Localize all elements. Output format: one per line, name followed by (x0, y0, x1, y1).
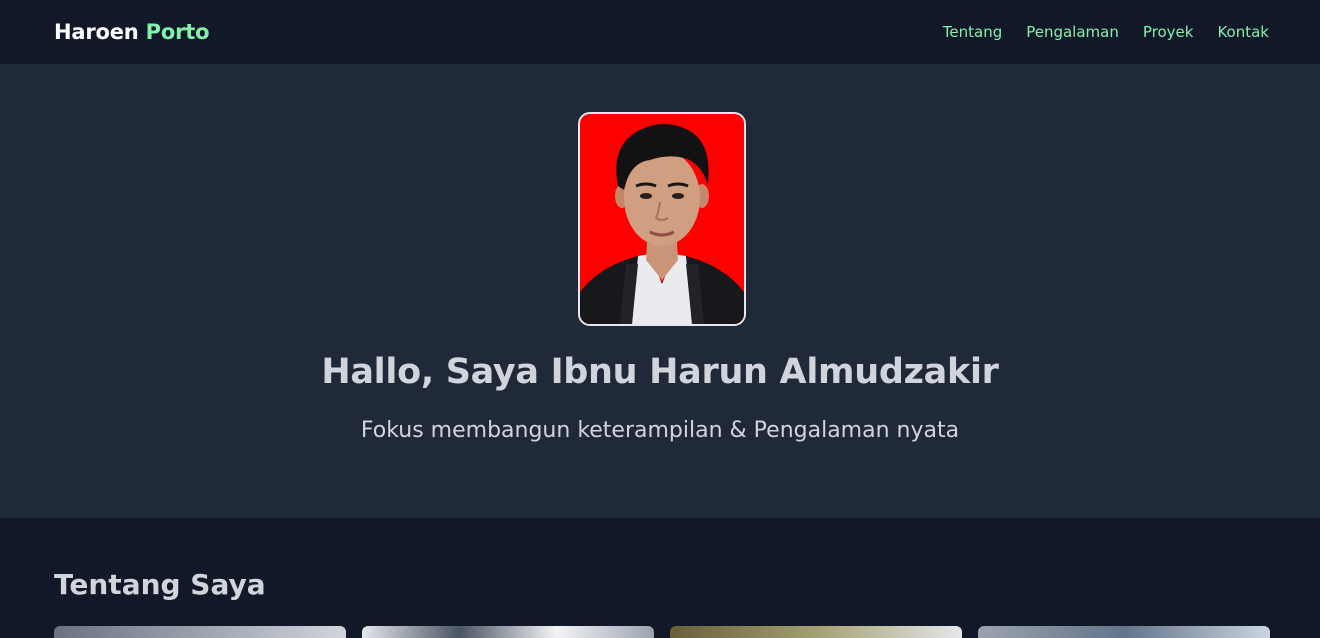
nav-link-kontak[interactable]: Kontak (1217, 23, 1269, 41)
profile-photo (578, 112, 746, 326)
brand-logo[interactable]: Haroen Porto (54, 20, 210, 44)
about-card-image (54, 626, 346, 638)
about-card-image (978, 626, 1270, 638)
nav-link-proyek[interactable]: Proyek (1143, 23, 1194, 41)
brand-primary: Haroen (54, 20, 139, 44)
about-section: Tentang Saya (0, 518, 1320, 638)
nav-link-tentang[interactable]: Tentang (943, 23, 1002, 41)
about-section-title: Tentang Saya (54, 568, 266, 601)
profile-photo-image (580, 114, 744, 324)
navbar: Haroen Porto Tentang Pengalaman Proyek K… (0, 0, 1320, 64)
nav-link-pengalaman[interactable]: Pengalaman (1026, 23, 1119, 41)
nav-links: Tentang Pengalaman Proyek Kontak (943, 23, 1269, 41)
about-card-image (362, 626, 654, 638)
about-cards (54, 626, 1270, 638)
hero-section: Hallo, Saya Ibnu Harun Almudzakir Fokus … (0, 64, 1320, 518)
brand-accent: Porto (145, 20, 210, 44)
hero-subtitle: Fokus membangun keterampilan & Pengalama… (360, 418, 960, 443)
hero-title: Hallo, Saya Ibnu Harun Almudzakir (321, 352, 999, 392)
about-card-image (670, 626, 962, 638)
